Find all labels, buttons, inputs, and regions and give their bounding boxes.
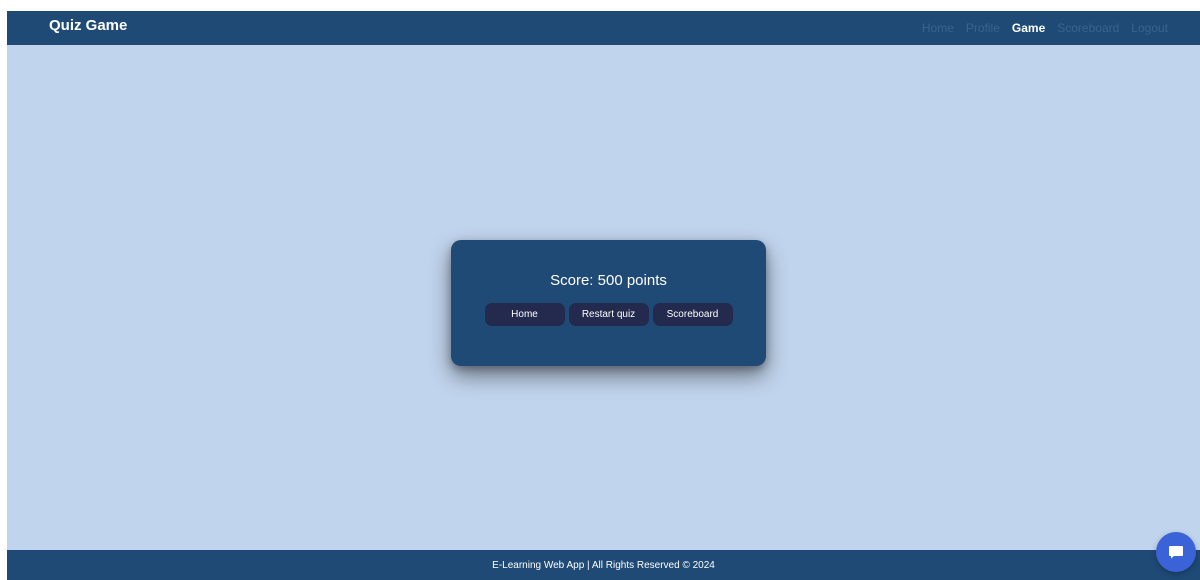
- app-viewport: Quiz Game Home Profile Game Scoreboard L…: [7, 11, 1200, 580]
- nav-links: Home Profile Game Scoreboard Logout: [922, 11, 1168, 45]
- score-text: Score: 500 points: [550, 272, 667, 289]
- brand-title: Quiz Game: [49, 17, 128, 34]
- page-footer: E-Learning Web App | All Rights Reserved…: [7, 550, 1200, 580]
- top-navbar: Quiz Game Home Profile Game Scoreboard L…: [7, 11, 1200, 45]
- chat-button[interactable]: [1156, 532, 1196, 572]
- nav-link-profile[interactable]: Profile: [966, 21, 1000, 35]
- restart-quiz-button[interactable]: Restart quiz: [568, 303, 649, 326]
- footer-text: E-Learning Web App | All Rights Reserved…: [492, 559, 715, 571]
- nav-link-scoreboard[interactable]: Scoreboard: [1057, 21, 1119, 35]
- home-button[interactable]: Home: [484, 303, 565, 326]
- nav-link-game[interactable]: Game: [1012, 21, 1045, 35]
- result-actions: Home Restart quiz Scoreboard: [451, 303, 766, 326]
- nav-link-logout[interactable]: Logout: [1131, 21, 1168, 35]
- nav-link-home[interactable]: Home: [922, 21, 954, 35]
- quiz-result-card: Score: 500 points Home Restart quiz Scor…: [451, 240, 766, 366]
- chat-bubble-icon: [1169, 546, 1183, 559]
- scoreboard-button[interactable]: Scoreboard: [652, 303, 733, 326]
